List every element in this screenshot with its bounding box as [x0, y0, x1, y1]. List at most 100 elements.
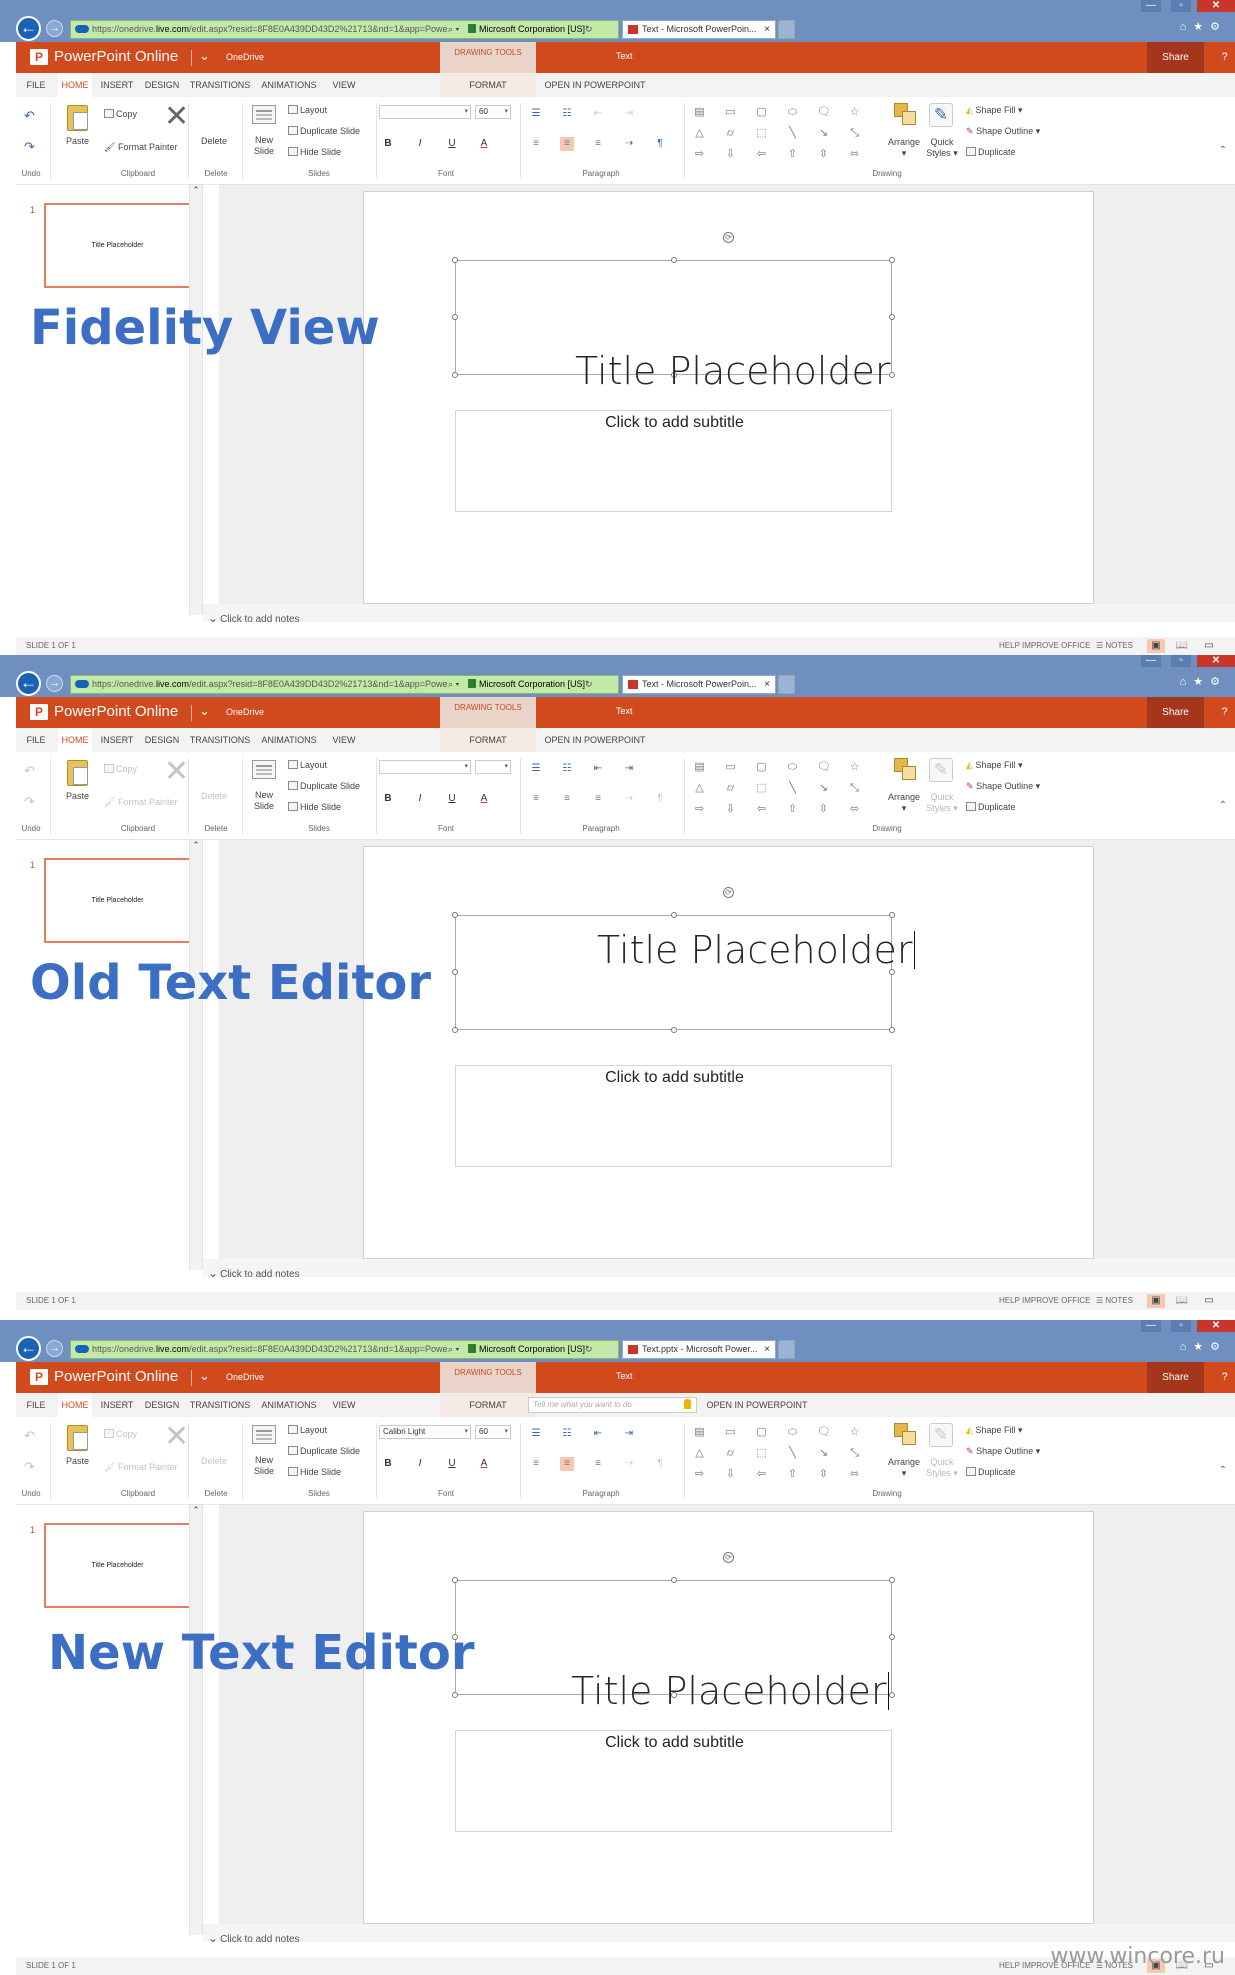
tab-transitions[interactable]: TRANSITIONS: [187, 1393, 253, 1417]
star-icon[interactable]: ★: [1193, 1341, 1210, 1353]
notes-placeholder[interactable]: Click to add notes: [208, 1266, 300, 1280]
tab-design[interactable]: DESIGN: [140, 728, 184, 752]
layout-button[interactable]: Layout: [288, 105, 327, 115]
title-placeholder-box[interactable]: Title Placeholder: [452, 912, 915, 1033]
tab-insert[interactable]: INSERT: [98, 728, 136, 752]
notes-toggle[interactable]: ☰ NOTES: [1096, 1296, 1133, 1305]
tab-home[interactable]: HOME: [58, 728, 92, 752]
help-improve-link[interactable]: HELP IMPROVE OFFICE: [999, 1296, 1090, 1305]
format-painter-button[interactable]: 🖌 Format Painter: [104, 142, 177, 153]
tab-open-in-powerpoint[interactable]: OPEN IN POWERPOINT: [540, 728, 650, 752]
share-button[interactable]: Share: [1147, 1362, 1204, 1393]
line-shape-icon[interactable]: ╲: [786, 127, 799, 139]
star-icon[interactable]: ★: [1193, 21, 1210, 33]
rotate-handle-icon[interactable]: ⟳: [723, 232, 734, 243]
decrease-indent-icon[interactable]: ⇤: [591, 1427, 605, 1441]
align-right-icon[interactable]: ≡: [591, 1457, 605, 1471]
rtl-icon[interactable]: ¶: [653, 137, 667, 151]
resize-handle[interactable]: [452, 372, 458, 378]
font-color-button[interactable]: A: [477, 792, 491, 806]
tab-file[interactable]: FILE: [20, 73, 52, 97]
callout-shape-icon[interactable]: 🗨: [817, 1426, 831, 1438]
duplicate-slide-button[interactable]: Duplicate Slide: [288, 1446, 360, 1456]
tab-close-icon[interactable]: ×: [764, 676, 770, 693]
paste-button[interactable]: Paste: [66, 791, 89, 801]
tab-insert[interactable]: INSERT: [98, 73, 136, 97]
format-painter-button[interactable]: 🖌 Format Painter: [104, 1462, 177, 1473]
resize-handle[interactable]: [671, 257, 677, 263]
tab-home[interactable]: HOME: [58, 73, 92, 97]
forward-button[interactable]: →: [46, 1340, 63, 1357]
rectangle-shape-icon[interactable]: ▭: [724, 1426, 737, 1438]
up-down-arrow-shape-icon[interactable]: ⇳: [817, 1468, 830, 1480]
font-name-dropdown[interactable]: Calibri Light: [379, 1425, 471, 1439]
increase-indent-icon[interactable]: ⇥: [622, 762, 636, 776]
notes-toggle[interactable]: ☰ NOTES: [1096, 641, 1133, 650]
resize-handle[interactable]: [889, 1027, 895, 1033]
rectangle-shape-icon[interactable]: ▭: [724, 761, 737, 773]
location-link[interactable]: OneDrive: [226, 707, 264, 717]
rtl-icon[interactable]: ¶: [653, 1457, 667, 1471]
rotate-handle-icon[interactable]: ⟳: [723, 887, 734, 898]
arrow-line-shape-icon[interactable]: ↘: [817, 1447, 830, 1459]
cylinder-shape-icon[interactable]: ⌭: [724, 1447, 737, 1459]
ltr-icon[interactable]: ⇢: [622, 137, 636, 151]
slide-subtitle[interactable]: Click to add subtitle: [456, 1734, 893, 1752]
back-button[interactable]: ←: [16, 16, 41, 41]
share-button[interactable]: Share: [1147, 697, 1204, 728]
search-dropdown-icon[interactable]: ⌕ ▾: [448, 676, 468, 693]
oval-shape-icon[interactable]: ⬭: [786, 106, 799, 118]
thumbnail-scrollbar[interactable]: ⌃: [189, 840, 203, 1270]
slide-canvas[interactable]: Title Placeholder ⟳ Click to add subtitl…: [363, 191, 1094, 604]
chevron-down-icon[interactable]: ⌄: [199, 1368, 210, 1384]
duplicate-button[interactable]: Duplicate: [966, 802, 1016, 812]
arrange-button[interactable]: Arrange ▾: [882, 1457, 926, 1479]
gear-icon[interactable]: ⚙: [1210, 1341, 1227, 1353]
arrange-button[interactable]: Arrange ▾: [882, 137, 926, 159]
chevron-down-icon[interactable]: ⌄: [199, 48, 210, 64]
cube-shape-icon[interactable]: ⬚: [755, 1447, 768, 1459]
tab-close-icon[interactable]: ×: [764, 1341, 770, 1358]
app-name[interactable]: PowerPoint Online: [54, 1368, 178, 1385]
cylinder-shape-icon[interactable]: ⌭: [724, 782, 737, 794]
search-dropdown-icon[interactable]: ⌕ ▾: [448, 1341, 468, 1358]
refresh-icon[interactable]: ↻: [585, 21, 605, 38]
underline-button[interactable]: U: [445, 792, 459, 806]
quick-styles-button[interactable]: Quick Styles ▾: [924, 792, 960, 814]
double-arrow-line-shape-icon[interactable]: ⤡: [848, 1447, 861, 1459]
up-arrow-shape-icon[interactable]: ⇧: [786, 1468, 799, 1480]
tab-insert[interactable]: INSERT: [98, 1393, 136, 1417]
address-bar[interactable]: https://onedrive.live.com/edit.aspx?resi…: [70, 20, 619, 39]
shape-fill-button[interactable]: ◭ Shape Fill ▾: [966, 760, 1023, 771]
left-arrow-shape-icon[interactable]: ⇦: [755, 1468, 768, 1480]
rounded-rectangle-shape-icon[interactable]: ▢: [755, 106, 768, 118]
resize-handle[interactable]: [889, 912, 895, 918]
right-arrow-shape-icon[interactable]: ⇨: [693, 1468, 706, 1480]
subtitle-placeholder-box[interactable]: Click to add subtitle: [455, 1065, 892, 1167]
shape-outline-button[interactable]: ✎ Shape Outline ▾: [966, 126, 1040, 137]
bullets-icon[interactable]: ☰: [529, 762, 543, 776]
maximize-icon[interactable]: ▫: [1171, 0, 1191, 12]
resize-handle[interactable]: [889, 1692, 895, 1698]
subtitle-placeholder-box[interactable]: Click to add subtitle: [455, 1730, 892, 1832]
slide-subtitle[interactable]: Click to add subtitle: [456, 414, 893, 432]
tab-format[interactable]: FORMAT: [440, 1393, 536, 1417]
layout-button[interactable]: Layout: [288, 760, 327, 770]
line-shape-icon[interactable]: ╲: [786, 782, 799, 794]
site-identity[interactable]: Microsoft Corporation [US]: [479, 24, 585, 34]
increase-indent-icon[interactable]: ⇥: [622, 1427, 636, 1441]
up-down-arrow-shape-icon[interactable]: ⇳: [817, 148, 830, 160]
slide-canvas[interactable]: Title Placeholder ⟳ Click to add subtitl…: [363, 846, 1094, 1259]
tab-animations[interactable]: ANIMATIONS: [256, 73, 322, 97]
duplicate-slide-button[interactable]: Duplicate Slide: [288, 781, 360, 791]
thumbnail-scrollbar[interactable]: ⌃: [189, 1505, 203, 1935]
tab-design[interactable]: DESIGN: [140, 1393, 184, 1417]
new-tab-button[interactable]: [778, 1340, 795, 1359]
new-slide-button[interactable]: New Slide: [254, 135, 274, 157]
copy-button[interactable]: Copy: [104, 1429, 137, 1439]
triangle-shape-icon[interactable]: △: [693, 127, 706, 139]
undo-icon[interactable]: ↶: [24, 763, 35, 779]
slide-thumbnail[interactable]: Title Placeholder: [44, 203, 191, 288]
oval-shape-icon[interactable]: ⬭: [786, 761, 799, 773]
normal-view-icon[interactable]: ▣: [1147, 639, 1165, 653]
